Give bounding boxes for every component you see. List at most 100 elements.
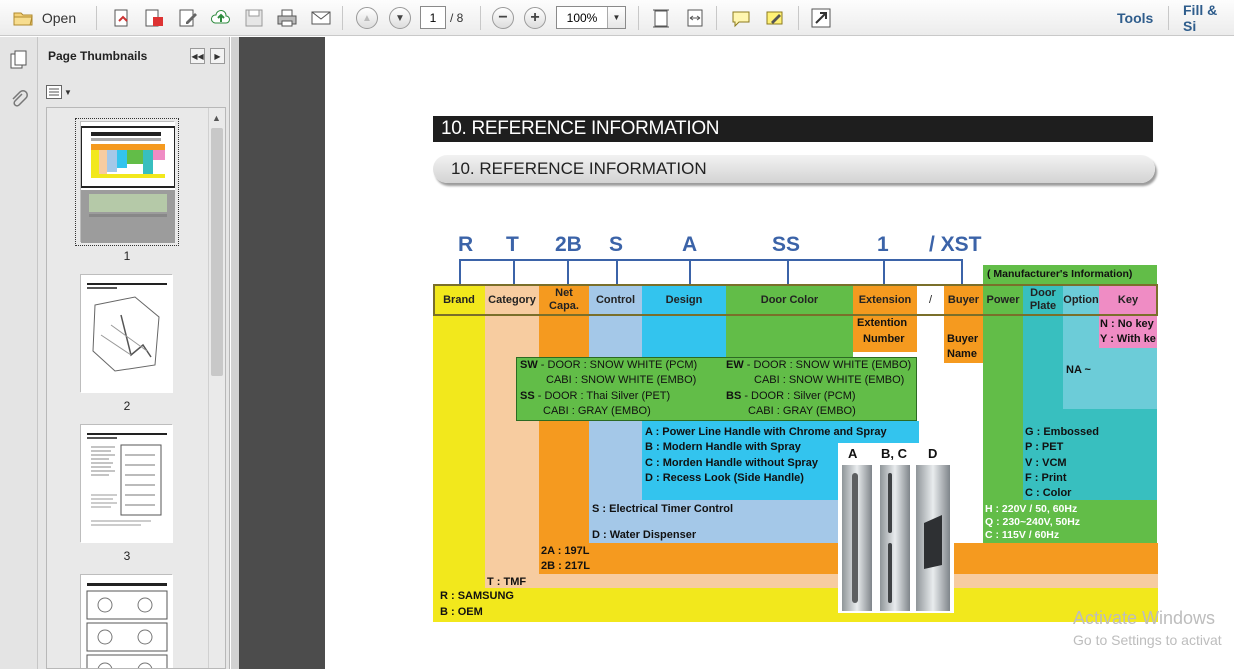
thumbnail-page-3-number: 3 (123, 549, 131, 563)
right-arrow-icon: ▶ (214, 51, 221, 61)
document-page: 10. REFERENCE INFORMATION 10. REFERENCE … (325, 37, 1234, 669)
collapse-panel-button[interactable]: ◀◀ (190, 48, 205, 64)
connector-line (459, 259, 962, 261)
door-color-ss-code: SS (520, 390, 535, 402)
comment-button[interactable] (728, 5, 754, 31)
design-value-c: C : Morden Handle without Spray (645, 457, 818, 469)
pages-icon[interactable] (8, 49, 30, 71)
create-pdf-button[interactable] (110, 5, 134, 31)
thumbnail-page-4-image (81, 575, 173, 668)
section-band-title: 10. REFERENCE INFORMATION (433, 116, 1153, 142)
section-pill-title: 10. REFERENCE INFORMATION (433, 155, 1155, 183)
open-label: Open (41, 10, 77, 26)
save-button[interactable] (242, 5, 266, 31)
scrollbar-thumb[interactable] (211, 128, 223, 376)
thumbnail-page-4[interactable] (80, 574, 173, 668)
page-total: / 8 (450, 10, 464, 25)
door-color-bs-code: BS (726, 390, 742, 402)
power-value-h: H : 220V / 50, 60Hz (985, 503, 1078, 515)
connector-tick (567, 259, 569, 284)
expand-arrows-icon (811, 8, 831, 28)
capacity-value-2a: 2A : 197L (541, 545, 590, 557)
thumbnail-scrollbar[interactable]: ▲ (208, 108, 225, 668)
edit-button[interactable] (176, 5, 200, 31)
door-color-ew-code: EW (726, 359, 744, 371)
connector-tick (961, 259, 963, 284)
brand-value-b: B : OEM (440, 606, 483, 618)
door-color-bs-text: - DOOR : Silver (PCM) (741, 390, 856, 402)
code-s: S (609, 233, 624, 256)
fit-page-button[interactable] (648, 5, 674, 31)
door-color-ss: SS - DOOR : Thai Silver (PET) (520, 390, 670, 402)
minus-icon: − (492, 7, 514, 29)
door-color-ew-text: - DOOR : SNOW WHITE (EMBO) (743, 359, 912, 371)
thumbnail-options-button[interactable]: ▼ (46, 83, 72, 101)
manufacturer-info: ( Manufacturer's Information) (987, 268, 1133, 280)
create-pdf-icon (114, 9, 128, 27)
upload-button[interactable] (208, 5, 234, 31)
page-number-input[interactable]: 1 (420, 6, 446, 29)
category-row (485, 574, 1158, 588)
expand-button[interactable] (808, 5, 834, 31)
door-color-sw-text: - DOOR : SNOW WHITE (PCM) (537, 359, 698, 371)
full-screen-fit-button[interactable] (682, 5, 708, 31)
code-t: T (506, 233, 519, 256)
main-toolbar: Open ▲ ▼ 1 / 8 − + 100% ▼ Tools Fill & S… (0, 0, 1234, 36)
arrow-up-icon: ▲ (356, 7, 378, 29)
thumbnail-page-3[interactable] (80, 424, 173, 543)
convert-pdf-button[interactable] (142, 5, 166, 31)
header-row-border (433, 284, 1158, 316)
expand-panel-button[interactable]: ▶ (210, 48, 225, 64)
door-color-ew: EW - DOOR : SNOW WHITE (EMBO) (726, 359, 911, 371)
fill-sign-tab[interactable]: Fill & Si (1183, 2, 1234, 34)
connector-tick (616, 259, 618, 284)
door-color-bs-cabi: CABI : GRAY (EMBO) (748, 405, 856, 417)
highlight-button[interactable] (762, 5, 788, 31)
refrigerator-handles-image (842, 465, 950, 611)
thumbnail-page-3-image (81, 425, 173, 543)
thumbnail-page-2[interactable] (80, 274, 173, 393)
open-button[interactable]: Open (8, 5, 80, 31)
thumbnail-page-2-image (81, 275, 173, 393)
print-button[interactable] (274, 5, 300, 31)
zoom-out-button[interactable]: − (490, 5, 516, 31)
fit-width-icon (687, 9, 703, 27)
code-xst: / XST (929, 233, 982, 256)
speech-bubble-icon (732, 11, 750, 28)
door-color-ss-cabi: CABI : GRAY (EMBO) (543, 405, 651, 417)
door-plate-value-f: F : Print (1025, 472, 1067, 484)
brand-column (433, 316, 485, 622)
scroll-up-icon[interactable]: ▲ (212, 113, 221, 123)
category-value-t: T : TMF (487, 576, 527, 588)
previous-page-button[interactable]: ▲ (354, 5, 380, 31)
extention-number-line2: Number (863, 333, 905, 345)
code-ss: SS (772, 233, 801, 256)
activate-windows-title: Activate Windows (1073, 608, 1216, 628)
buyer-name-line2: Name (947, 348, 977, 360)
zoom-in-button[interactable]: + (522, 5, 548, 31)
list-options-icon (46, 85, 62, 99)
thumbnail-page-1[interactable] (80, 121, 176, 243)
code-2b: 2B (555, 233, 582, 256)
fit-page-icon (653, 9, 669, 28)
document-background (239, 37, 325, 669)
printer-icon (277, 9, 297, 27)
design-value-b: B : Modern Handle with Spray (645, 441, 801, 453)
door-color-sw-code: SW (520, 359, 538, 371)
tools-tab[interactable]: Tools (1117, 6, 1153, 30)
panel-splitter[interactable] (231, 37, 239, 669)
control-value-s: S : Electrical Timer Control (592, 503, 734, 515)
paperclip-icon[interactable] (8, 89, 30, 111)
next-page-button[interactable]: ▼ (387, 5, 413, 31)
door-plate-value-c: C : Color (1025, 487, 1072, 499)
pdf-convert-icon (145, 9, 163, 27)
double-left-arrow-icon: ◀◀ (191, 51, 204, 61)
door-plate-value-v: V : VCM (1025, 457, 1067, 469)
chevron-down-icon: ▼ (607, 7, 625, 28)
capacity-column (539, 316, 589, 574)
edit-document-icon (179, 9, 197, 27)
plus-icon: + (524, 7, 546, 29)
email-button[interactable] (308, 5, 334, 31)
key-value-y: Y : With ke (1100, 333, 1156, 345)
zoom-select[interactable]: 100% ▼ (556, 6, 626, 29)
